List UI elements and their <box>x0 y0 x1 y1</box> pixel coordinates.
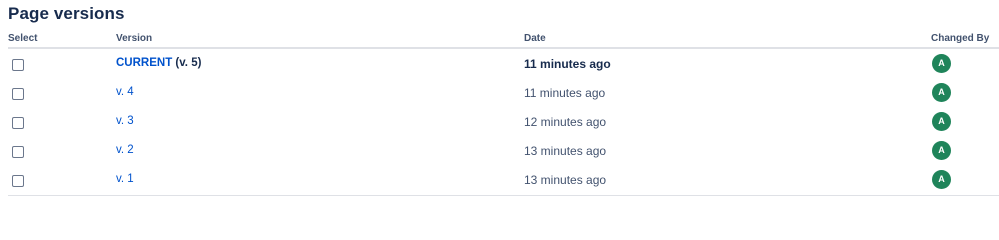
version-link[interactable]: v. 3 <box>116 115 134 127</box>
select-checkbox[interactable] <box>12 146 24 158</box>
version-link[interactable]: v. 4 <box>116 86 134 98</box>
date-cell: 13 minutes ago <box>524 144 607 158</box>
header-version: Version <box>116 33 153 44</box>
avatar[interactable]: A <box>932 141 951 160</box>
header-date: Date <box>524 33 546 44</box>
date-cell: 11 minutes ago <box>524 86 606 100</box>
version-link[interactable]: CURRENT (v. 5) <box>116 57 201 69</box>
table-bottom-divider <box>8 195 999 196</box>
table-row: v. 4 11 minutes ago A <box>0 80 999 109</box>
version-link[interactable]: v. 2 <box>116 144 134 156</box>
table-header: Select Version Date Changed By <box>8 32 998 48</box>
avatar[interactable]: A <box>932 112 951 131</box>
select-checkbox[interactable] <box>12 88 24 100</box>
page-title: Page versions <box>8 4 125 23</box>
select-checkbox[interactable] <box>12 175 24 187</box>
select-checkbox[interactable] <box>12 117 24 129</box>
date-cell: 12 minutes ago <box>524 115 607 129</box>
table-row: CURRENT (v. 5) 11 minutes ago A <box>0 51 999 80</box>
table-row: v. 3 12 minutes ago A <box>0 109 999 138</box>
version-number-label: (v. 5) <box>172 57 202 69</box>
avatar[interactable]: A <box>932 83 951 102</box>
table-row: v. 2 13 minutes ago A <box>0 138 999 167</box>
avatar[interactable]: A <box>932 54 951 73</box>
date-cell: 11 minutes ago <box>524 57 611 71</box>
version-link[interactable]: v. 1 <box>116 173 134 185</box>
header-select: Select <box>8 33 38 44</box>
page-versions-panel: Page versions Select Version Date Change… <box>0 0 999 211</box>
header-changed-by: Changed By <box>931 33 990 44</box>
select-checkbox[interactable] <box>12 59 24 71</box>
avatar[interactable]: A <box>932 170 951 189</box>
header-divider <box>8 47 999 49</box>
date-cell: 13 minutes ago <box>524 173 607 187</box>
table-row: v. 1 13 minutes ago A <box>0 167 999 196</box>
